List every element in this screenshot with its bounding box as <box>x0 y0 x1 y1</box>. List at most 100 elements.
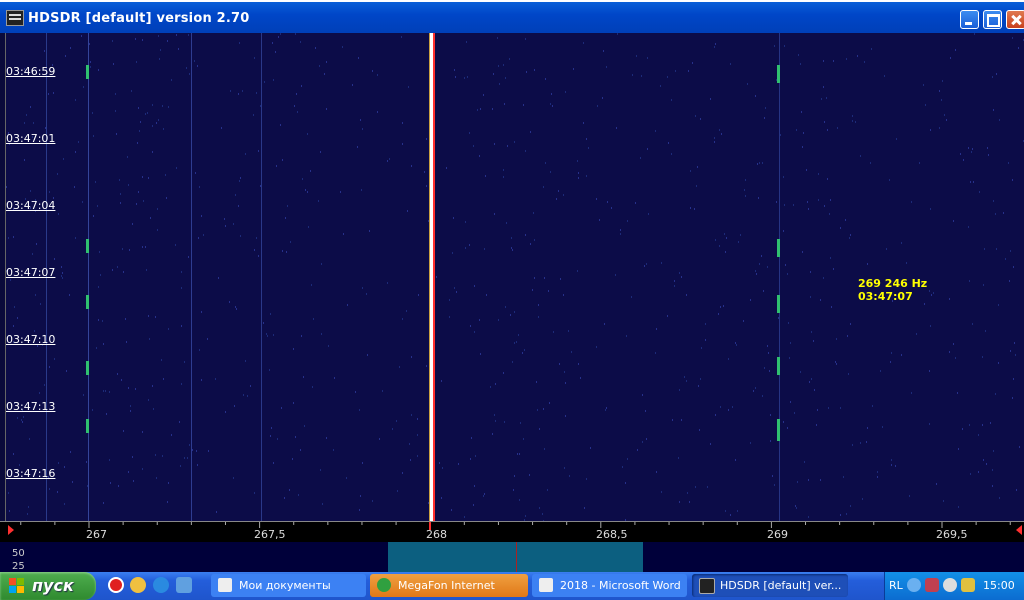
noise-speckle <box>1008 162 1009 164</box>
noise-speckle <box>464 77 465 79</box>
noise-speckle <box>510 314 511 316</box>
noise-speckle <box>92 409 93 411</box>
noise-speckle <box>258 255 259 257</box>
noise-speckle <box>580 377 581 379</box>
opera-icon[interactable] <box>108 577 124 593</box>
noise-speckle <box>690 207 691 209</box>
noise-speckle <box>102 320 103 322</box>
noise-speckle <box>504 103 505 105</box>
noise-speckle <box>960 153 961 155</box>
noise-speckle <box>24 122 25 124</box>
noise-speckle <box>155 316 156 318</box>
noise-speckle <box>198 237 199 239</box>
noise-speckle <box>308 226 309 228</box>
noise-speckle <box>454 69 455 71</box>
noise-speckle <box>480 108 481 110</box>
noise-speckle <box>407 210 408 212</box>
noise-speckle <box>229 301 230 303</box>
volume-icon[interactable] <box>961 578 975 592</box>
noise-speckle <box>547 489 548 491</box>
noise-speckle <box>931 294 932 296</box>
level-label: 50 <box>12 548 25 559</box>
noise-speckle <box>377 74 378 76</box>
start-button[interactable]: пуск <box>0 572 96 600</box>
noise-speckle <box>919 162 920 164</box>
clock: 15:00 <box>983 579 1015 592</box>
noise-speckle <box>661 491 662 493</box>
noise-speckle <box>189 73 190 75</box>
noise-speckle <box>408 86 409 88</box>
task-label: MegaFon Internet <box>398 579 495 592</box>
noise-speckle <box>715 414 716 416</box>
noise-speckle <box>941 99 942 101</box>
noise-speckle <box>983 284 984 286</box>
task-megafon[interactable]: MegaFon Internet <box>370 574 528 597</box>
title-bar[interactable]: HDSDR [default] version 2.70 <box>0 0 1024 33</box>
noise-speckle <box>64 503 65 505</box>
noise-speckle <box>428 220 429 222</box>
noise-speckle <box>852 120 853 122</box>
task-word[interactable]: 2018 - Microsoft Word <box>532 574 687 597</box>
minimize-button[interactable] <box>960 10 979 29</box>
internet-explorer-icon[interactable] <box>153 577 169 593</box>
noise-speckle <box>620 229 621 231</box>
media-player-icon[interactable] <box>130 577 146 593</box>
noise-speckle <box>539 507 540 509</box>
noise-speckle <box>933 292 934 294</box>
noise-speckle <box>807 201 808 203</box>
noise-speckle <box>523 438 524 440</box>
noise-speckle <box>120 202 121 204</box>
noise-speckle <box>208 450 209 452</box>
noise-speckle <box>870 162 871 164</box>
noise-speckle <box>148 315 149 317</box>
noise-speckle <box>494 414 495 416</box>
noise-speckle <box>925 104 926 106</box>
noise-speckle <box>145 246 146 248</box>
spectrum-display[interactable]: 50 25 <box>0 542 1024 572</box>
scale-label: 268,5 <box>596 528 628 541</box>
noise-speckle <box>544 448 545 450</box>
noise-speckle <box>519 499 520 501</box>
noise-speckle <box>82 201 83 203</box>
antivirus-icon[interactable] <box>943 578 957 592</box>
noise-speckle <box>648 213 649 215</box>
noise-speckle <box>98 69 99 71</box>
noise-speckle <box>530 131 531 133</box>
noise-speckle <box>617 33 618 35</box>
noise-speckle <box>563 194 564 196</box>
noise-speckle <box>411 356 412 358</box>
noise-speckle <box>194 60 195 62</box>
noise-speckle <box>586 175 587 177</box>
noise-speckle <box>660 85 661 87</box>
noise-speckle <box>75 99 76 101</box>
noise-speckle <box>950 57 951 59</box>
noise-speckle <box>936 483 937 485</box>
noise-speckle <box>525 234 526 236</box>
maximize-button[interactable] <box>983 10 1002 29</box>
noise-speckle <box>30 106 31 108</box>
noise-speckle <box>679 272 680 274</box>
noise-speckle <box>728 409 729 411</box>
noise-speckle <box>355 391 356 393</box>
show-desktop-icon[interactable] <box>176 577 192 593</box>
noise-speckle <box>725 510 726 512</box>
noise-speckle <box>723 305 724 307</box>
noise-speckle <box>233 223 234 225</box>
waterfall-display[interactable]: 03:46:59 03:47:01 03:47:04 03:47:07 03:4… <box>5 33 1024 521</box>
noise-speckle <box>953 220 954 222</box>
noise-speckle <box>740 234 741 236</box>
task-hdsdr[interactable]: HDSDR [default] ver... <box>692 574 848 597</box>
noise-speckle <box>552 105 553 107</box>
task-my-documents[interactable]: Мои документы <box>211 574 366 597</box>
noise-speckle <box>768 352 769 354</box>
close-button[interactable] <box>1006 10 1024 29</box>
noise-speckle <box>301 335 302 337</box>
noise-speckle <box>836 363 837 365</box>
tray-expand-icon[interactable] <box>907 578 921 592</box>
language-indicator[interactable]: RL <box>889 579 903 592</box>
network-icon[interactable] <box>925 578 939 592</box>
noise-speckle <box>484 248 485 250</box>
noise-speckle <box>705 339 706 341</box>
frequency-scale[interactable]: 267 267,5 268 268,5 269 269,5 <box>0 521 1024 543</box>
noise-speckle <box>793 204 794 206</box>
